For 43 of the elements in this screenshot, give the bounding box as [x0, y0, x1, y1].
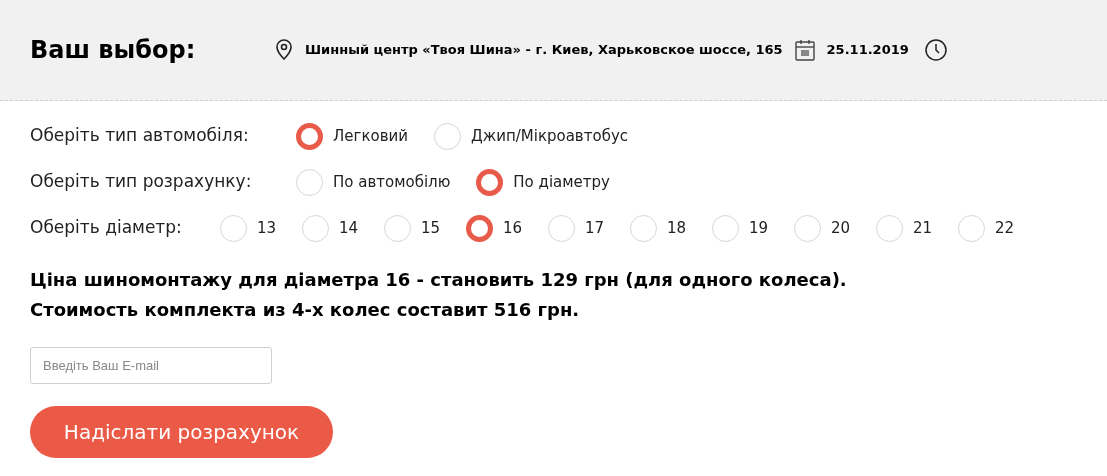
- date-text: 25.11.2019: [826, 41, 909, 60]
- radio-option[interactable]: 16: [466, 214, 548, 242]
- radio-label: 13: [257, 217, 277, 239]
- field-label: Оберіть тип автомобіля:: [30, 124, 250, 148]
- radio-label: 16: [503, 217, 523, 239]
- radio-label: 22: [995, 217, 1015, 239]
- field-label: Оберіть діаметр:: [30, 216, 183, 240]
- radio-option[interactable]: Джип/Мікроавтобус: [433, 122, 628, 150]
- radio-button[interactable]: [466, 214, 493, 242]
- calendar-icon: [794, 39, 815, 61]
- location-text: Шинный центр «Твоя Шина» - г. Киев, Харьковское шоссе, 165: [305, 41, 783, 60]
- field-label: Оберіть тип розрахунку:: [30, 170, 253, 194]
- radio-option[interactable]: 21: [876, 214, 958, 242]
- radio-option[interactable]: 22: [958, 214, 1040, 242]
- radio-label: По діаметру: [513, 171, 610, 193]
- radio-option[interactable]: По автомобілю: [296, 168, 451, 196]
- radio-label: Джип/Мікроавтобус: [470, 125, 628, 147]
- radio-option[interactable]: 14: [302, 214, 384, 242]
- radio-label: По автомобілю: [333, 171, 451, 193]
- radio-option[interactable]: 17: [548, 214, 630, 242]
- radio-option[interactable]: 19: [712, 214, 794, 242]
- radio-label: 14: [339, 217, 359, 239]
- location-pin-icon: [275, 39, 293, 61]
- radio-label: 18: [667, 217, 687, 239]
- radio-option[interactable]: 18: [630, 214, 712, 242]
- radio-button[interactable]: [296, 122, 323, 150]
- radio-label: 20: [831, 217, 851, 239]
- radio-option[interactable]: 20: [794, 214, 876, 242]
- radio-label: 21: [913, 217, 933, 239]
- radio-option[interactable]: По діаметру: [476, 168, 610, 196]
- radio-label: 19: [749, 217, 769, 239]
- price-text: Ціна шиномонтажу для діаметра 16 - становить 129 грн (для одного колеса).: [30, 268, 848, 292]
- clock-icon: [924, 39, 947, 61]
- radio-button[interactable]: [476, 168, 504, 196]
- header-title: Ваш выбор:: [30, 35, 197, 66]
- radio-label: 15: [421, 217, 441, 239]
- radio-option[interactable]: 15: [384, 214, 466, 242]
- radio-label: Легковий: [333, 125, 408, 147]
- price-text: Стоимость комплекта из 4-х колес составит 516 грн.: [30, 298, 581, 322]
- radio-option[interactable]: Легковий: [296, 122, 408, 150]
- email-field[interactable]: Введіть Ваш E-mail: [30, 347, 272, 384]
- radio-label: 17: [585, 217, 605, 239]
- radio-option[interactable]: 13: [220, 214, 302, 242]
